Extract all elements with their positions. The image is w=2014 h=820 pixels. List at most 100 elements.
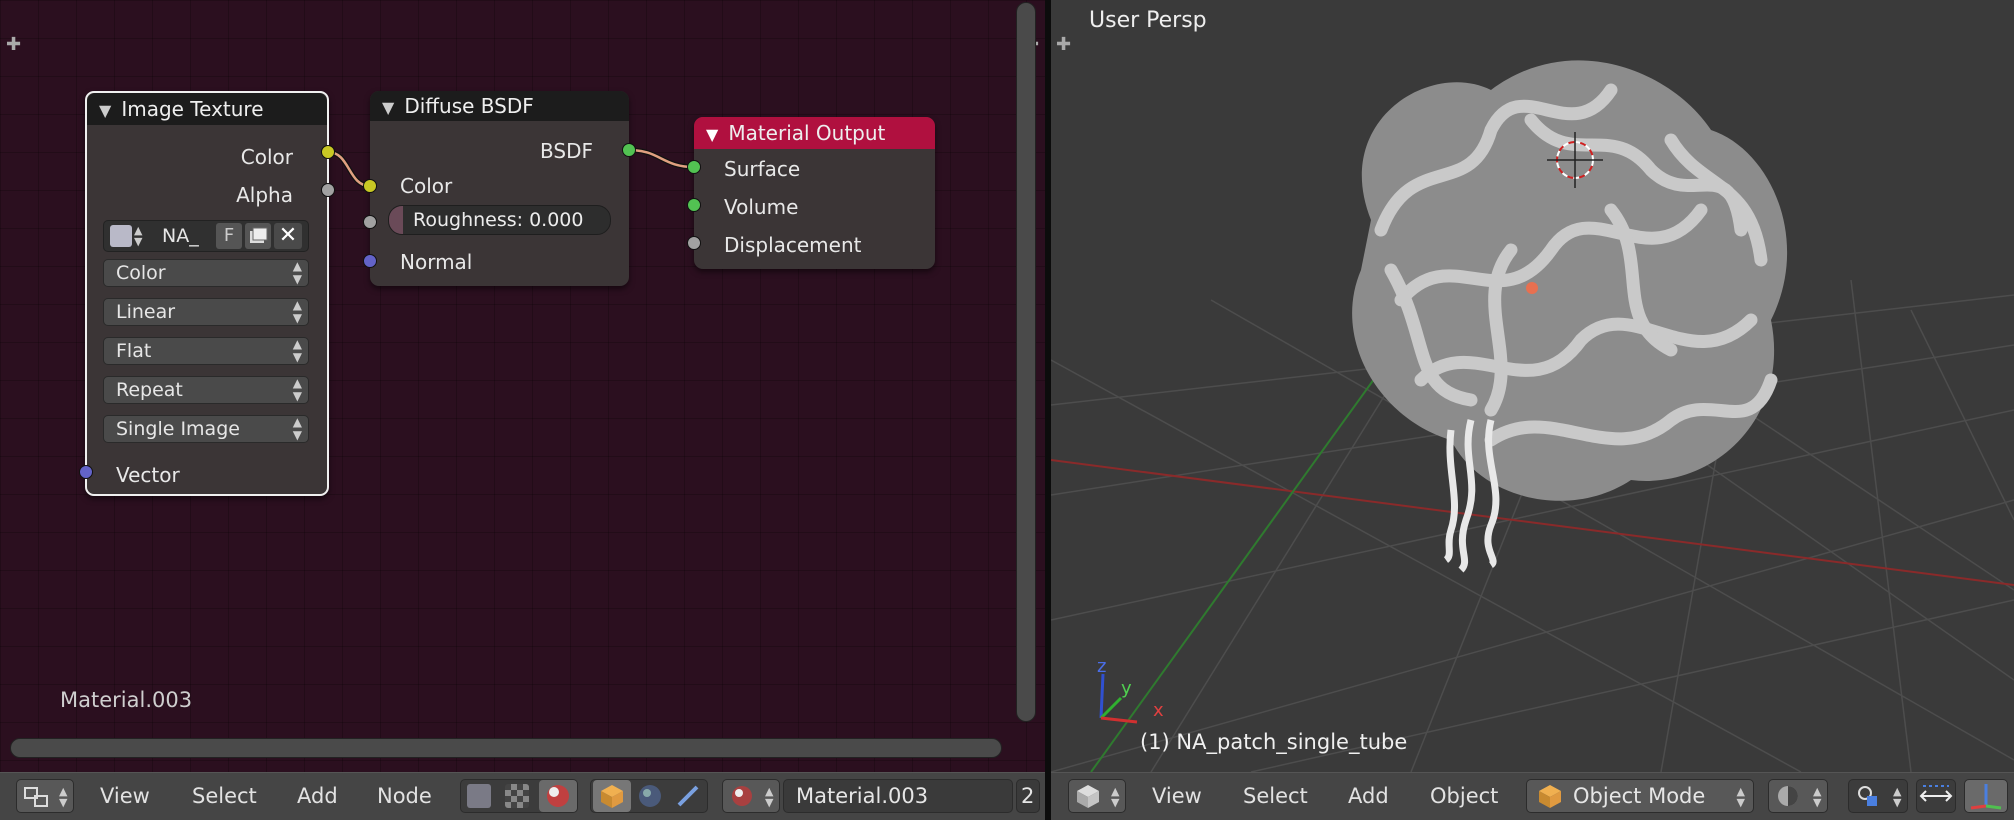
world-shader-icon[interactable] (505, 784, 529, 808)
cube-icon (601, 785, 623, 808)
material-users-count[interactable]: 2 (1016, 779, 1040, 813)
area-split-corner-icon[interactable]: ✚ (1056, 36, 1071, 54)
fake-user-button[interactable]: F (216, 223, 242, 249)
chevron-updown-icon: ▲ ▼ (1813, 785, 1822, 809)
input-vector-label: Vector (116, 463, 180, 487)
output-alpha-label: Alpha (236, 183, 293, 207)
viewport-menu-object[interactable]: Object (1430, 781, 1498, 811)
source-dropdown[interactable]: Single Image ▲ ▼ (103, 415, 309, 443)
object-data-button[interactable] (593, 780, 631, 812)
bsdf-output-label: BSDF (540, 139, 593, 163)
image-vector-input-socket[interactable] (79, 465, 93, 479)
unlink-image-icon[interactable]: ✕ (274, 223, 302, 249)
chevron-updown-icon: ▲ ▼ (292, 337, 302, 364)
menu-node[interactable]: Node (377, 781, 432, 811)
menu-select[interactable]: Select (192, 781, 257, 811)
material-output-node[interactable]: ▼ Material Output Surface Volume Displace… (694, 117, 935, 269)
chevron-updown-icon: ▲ ▼ (292, 298, 302, 325)
diffuse-color-label: Color (400, 174, 453, 198)
object-mode-dropdown[interactable]: Object Mode ▲ ▼ (1526, 779, 1754, 813)
viewport-menu-view[interactable]: View (1152, 781, 1202, 811)
3d-viewport[interactable]: User Persp ✚ z y x (1) NA_patch_single_t… (1051, 0, 2014, 772)
protein-tube-model (1352, 60, 1788, 573)
color-space-dropdown[interactable]: Color ▲ ▼ (103, 259, 309, 287)
active-object-label: (1) NA_patch_single_tube (1140, 730, 1408, 754)
object-mode-cube-icon (1539, 785, 1561, 808)
displacement-input-socket[interactable] (687, 236, 701, 250)
texture-shader-button[interactable] (539, 780, 577, 812)
displacement-label: Displacement (724, 233, 862, 257)
view-name-label: User Persp (1089, 8, 1207, 33)
roughness-input-socket[interactable] (363, 215, 377, 229)
menu-add[interactable]: Add (297, 781, 338, 811)
viewport-editor-type-selector[interactable]: ▲ ▼ (1068, 779, 1126, 813)
normal-label: Normal (400, 250, 473, 274)
collapse-icon[interactable]: ▼ (706, 125, 718, 144)
material-output-header[interactable]: ▼ Material Output (694, 117, 935, 149)
image-texture-node[interactable]: ▼ Image Texture Color Alpha ▲ ▼ NA_ F ✕ Co… (85, 91, 329, 496)
axis-y-label: y (1121, 678, 1132, 699)
image-name[interactable]: NA_ (162, 221, 199, 251)
chevron-updown-icon: ▲ ▼ (1736, 785, 1745, 809)
linestyle-brush-icon[interactable] (673, 781, 703, 811)
viewport-shading-dropdown[interactable]: ▲ ▼ (1768, 779, 1828, 813)
image-color-output-socket[interactable] (321, 145, 335, 159)
transform-manipulator-icon (1919, 785, 1953, 802)
menu-view[interactable]: View (100, 781, 150, 811)
node-editor-icon (24, 787, 48, 807)
image-browse-icon[interactable] (110, 225, 132, 247)
shader-object-group (590, 779, 708, 813)
extension-dropdown[interactable]: Repeat ▲ ▼ (103, 376, 309, 404)
node-editor[interactable]: ✚ ✚ ▼Image Texture Color Alpha ▲▼ NA_ F … (0, 0, 1045, 772)
normal-input-socket[interactable] (363, 254, 377, 268)
world-icon[interactable] (635, 781, 665, 811)
chevron-updown-icon: ▲ ▼ (765, 785, 774, 809)
material-name-overlay: Material.003 (60, 688, 193, 712)
diffuse-bsdf-node[interactable]: ▼ Diffuse BSDF BSDF Color Roughness: 0.00… (370, 91, 629, 286)
shading-sphere-icon (1778, 786, 1798, 806)
collapse-icon[interactable]: ▼ (382, 98, 394, 117)
image-texture-header[interactable]: ▼ Image Texture (87, 93, 327, 125)
roughness-slider[interactable]: Roughness: 0.000 (388, 205, 611, 235)
viewport-menu-add[interactable]: Add (1348, 781, 1389, 811)
chevron-updown-icon: ▲ ▼ (292, 415, 302, 442)
surface-input-socket[interactable] (687, 160, 701, 174)
diffuse-color-input-socket[interactable] (363, 179, 377, 193)
chevron-updown-icon: ▲ ▼ (292, 259, 302, 286)
axis-z-label: z (1097, 656, 1107, 677)
material-name-field[interactable]: Material.003 (783, 779, 1013, 813)
axis-x-label: x (1153, 700, 1164, 721)
bsdf-output-socket[interactable] (622, 143, 636, 157)
image-selector[interactable]: ▲ ▼ NA_ F ✕ (103, 220, 309, 252)
material-sphere-icon (547, 785, 569, 807)
chevron-updown-icon: ▲ ▼ (292, 376, 302, 403)
viewport-menu-select[interactable]: Select (1243, 781, 1308, 811)
vertical-scrollbar[interactable] (1016, 2, 1036, 722)
output-color-label: Color (240, 145, 293, 169)
surface-label: Surface (724, 157, 801, 181)
chevron-updown-icon: ▲ ▼ (59, 785, 68, 809)
manipulator-axes-icon (1970, 784, 2002, 810)
3d-view-cube-icon (1077, 785, 1099, 808)
diffuse-bsdf-header[interactable]: ▼ Diffuse BSDF (370, 91, 629, 121)
collapse-icon[interactable]: ▼ (99, 101, 111, 120)
chevron-updown-icon: ▲ ▼ (1111, 785, 1120, 809)
material-browse-button[interactable]: ▲ ▼ (722, 779, 780, 813)
chevron-updown-icon: ▲ ▼ (1893, 785, 1902, 809)
volume-input-socket[interactable] (687, 198, 701, 212)
projection-dropdown[interactable]: Flat ▲ ▼ (103, 337, 309, 365)
interpolation-dropdown[interactable]: Linear ▲ ▼ (103, 298, 309, 326)
editor-type-selector[interactable]: ▲ ▼ (16, 779, 74, 813)
horizontal-scrollbar[interactable] (10, 738, 1002, 758)
manipulator-toggle[interactable] (1916, 779, 1956, 813)
viewport-scene (1051, 60, 2014, 772)
shader-type-group (460, 779, 578, 813)
manipulator-axis-button[interactable] (1964, 779, 2008, 813)
pivot-point-dropdown[interactable]: ▲ ▼ (1848, 779, 1908, 813)
pivot-point-icon (1858, 786, 1877, 806)
object-shader-icon[interactable] (467, 784, 491, 808)
image-alpha-output-socket[interactable] (321, 183, 335, 197)
volume-label: Volume (724, 195, 799, 219)
new-image-icon[interactable] (245, 223, 271, 249)
material-sphere-icon (732, 786, 752, 806)
